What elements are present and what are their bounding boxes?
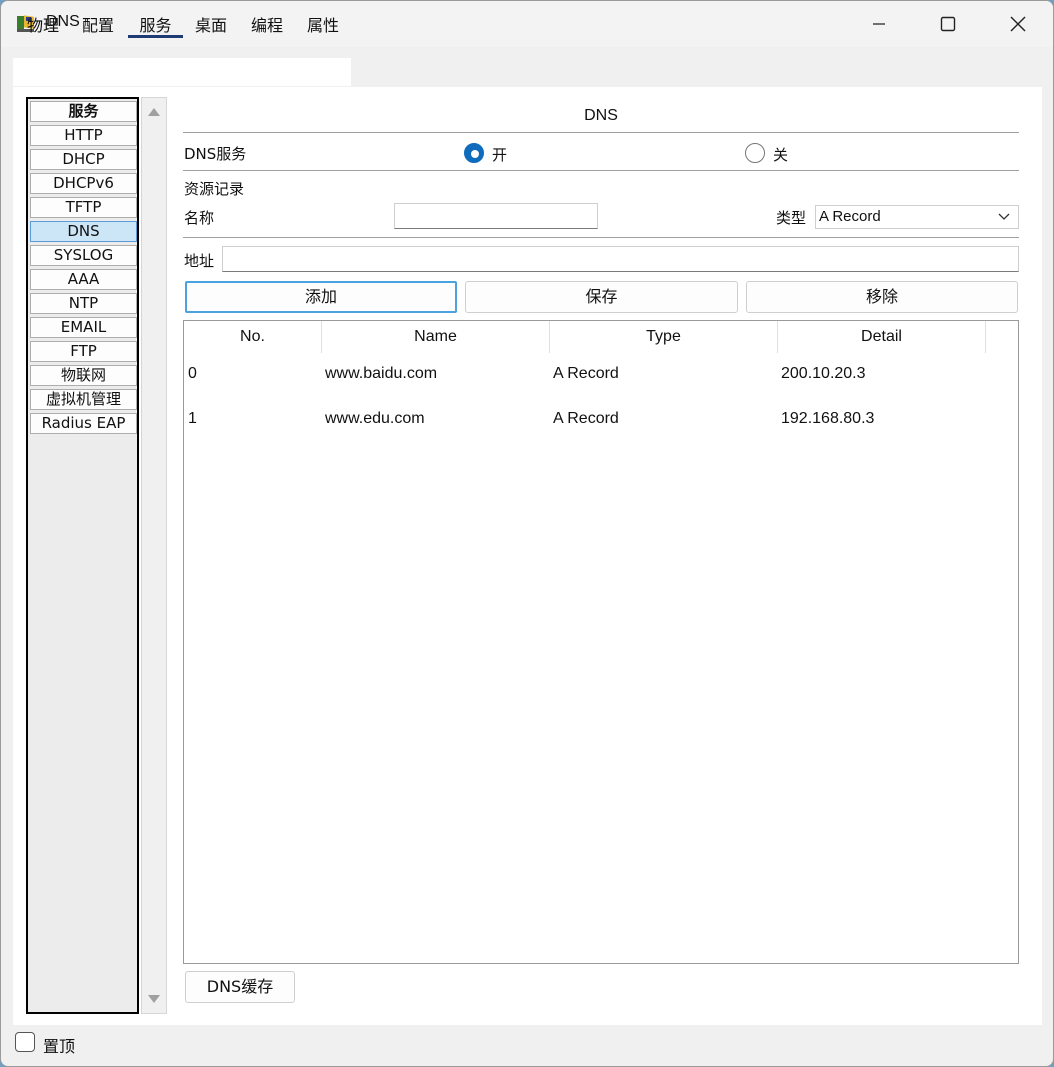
divider bbox=[183, 170, 1019, 171]
type-select[interactable]: A Record bbox=[815, 205, 1019, 229]
close-button[interactable] bbox=[983, 1, 1053, 47]
sidebar-item-radius-eap[interactable]: Radius EAP bbox=[30, 413, 137, 434]
save-button[interactable]: 保存 bbox=[465, 281, 738, 313]
column-header-type[interactable]: Type bbox=[550, 321, 778, 353]
dns-records-table: No. Name Type Detail 0 www.baidu.com A R… bbox=[183, 320, 1019, 964]
type-select-value: A Record bbox=[819, 208, 881, 225]
minimize-button[interactable] bbox=[844, 1, 914, 47]
name-input[interactable] bbox=[394, 203, 598, 229]
type-label: 类型 bbox=[776, 209, 807, 227]
sidebar-item-ntp[interactable]: NTP bbox=[30, 293, 137, 314]
tab-strip bbox=[13, 58, 351, 86]
add-button[interactable]: 添加 bbox=[185, 281, 457, 313]
cell-type: A Record bbox=[553, 410, 619, 427]
tab-desktop[interactable]: 桌面 bbox=[195, 14, 227, 38]
sidebar-item-dhcp[interactable]: DHCP bbox=[30, 149, 137, 170]
remove-button[interactable]: 移除 bbox=[746, 281, 1018, 313]
dns-off-radio[interactable] bbox=[745, 143, 765, 163]
service-sidebar: 服务 HTTP DHCP DHCPv6 TFTP DNS SYSLOG AAA … bbox=[26, 97, 139, 1014]
panel-title: DNS bbox=[584, 107, 618, 124]
sidebar-item-aaa[interactable]: AAA bbox=[30, 269, 137, 290]
sidebar-item-tftp[interactable]: TFTP bbox=[30, 197, 137, 218]
sidebar-item-http[interactable]: HTTP bbox=[30, 125, 137, 146]
maximize-icon bbox=[940, 16, 956, 32]
sidebar-header-services: 服务 bbox=[30, 101, 137, 122]
scroll-up-icon[interactable] bbox=[148, 108, 160, 116]
dns-on-radio[interactable] bbox=[464, 143, 484, 163]
cell-no: 0 bbox=[188, 365, 197, 382]
divider bbox=[183, 132, 1019, 133]
tab-config[interactable]: 配置 bbox=[82, 14, 114, 38]
sidebar-item-syslog[interactable]: SYSLOG bbox=[30, 245, 137, 266]
dns-panel: DNS DNS服务 开 关 资源记录 名称 类型 A Record 地址 添加 … bbox=[183, 87, 1019, 1025]
resource-records-label: 资源记录 bbox=[184, 180, 245, 198]
dns-off-label: 关 bbox=[773, 146, 789, 164]
dns-cache-button[interactable]: DNS缓存 bbox=[185, 971, 295, 1003]
divider bbox=[183, 237, 1019, 238]
dns-window: DNS 物理 配置 服务 桌面 编程 属性 服务 HTTP DHCP DHCPv… bbox=[0, 0, 1054, 1067]
sidebar-item-ftp[interactable]: FTP bbox=[30, 341, 137, 362]
sidebar-item-iot[interactable]: 物联网 bbox=[30, 365, 137, 386]
sidebar-item-email[interactable]: EMAIL bbox=[30, 317, 137, 338]
name-label: 名称 bbox=[184, 209, 215, 227]
sidebar-item-dns[interactable]: DNS bbox=[30, 221, 137, 242]
pin-on-top-label: 置顶 bbox=[43, 1037, 76, 1056]
close-icon bbox=[1010, 16, 1026, 32]
tab-services[interactable]: 服务 bbox=[128, 14, 183, 38]
column-header-name[interactable]: Name bbox=[322, 321, 550, 353]
cell-type: A Record bbox=[553, 365, 619, 382]
cell-detail: 200.10.20.3 bbox=[781, 365, 866, 382]
address-label: 地址 bbox=[184, 252, 215, 270]
sidebar-item-vm-management[interactable]: 虚拟机管理 bbox=[30, 389, 137, 410]
cell-no: 1 bbox=[188, 410, 197, 427]
cell-name: www.baidu.com bbox=[325, 365, 438, 382]
column-header-no[interactable]: No. bbox=[184, 321, 322, 353]
content-area: 服务 HTTP DHCP DHCPv6 TFTP DNS SYSLOG AAA … bbox=[13, 87, 1042, 1025]
sidebar-item-dhcpv6[interactable]: DHCPv6 bbox=[30, 173, 137, 194]
cell-name: www.edu.com bbox=[325, 410, 425, 427]
maximize-button[interactable] bbox=[913, 1, 983, 47]
cell-detail: 192.168.80.3 bbox=[781, 410, 875, 427]
chevron-down-icon bbox=[998, 213, 1010, 220]
scroll-down-icon[interactable] bbox=[148, 995, 160, 1003]
column-header-detail[interactable]: Detail bbox=[778, 321, 986, 353]
tab-programming[interactable]: 编程 bbox=[251, 14, 283, 38]
address-input[interactable] bbox=[222, 246, 1019, 272]
dns-on-label: 开 bbox=[492, 146, 508, 164]
minimize-icon bbox=[873, 23, 885, 25]
pin-on-top-checkbox[interactable] bbox=[15, 1032, 35, 1052]
sidebar-scrollbar[interactable] bbox=[141, 97, 167, 1014]
tab-attributes[interactable]: 属性 bbox=[307, 14, 339, 38]
tab-physical[interactable]: 物理 bbox=[27, 14, 59, 38]
dns-service-label: DNS服务 bbox=[184, 145, 247, 163]
